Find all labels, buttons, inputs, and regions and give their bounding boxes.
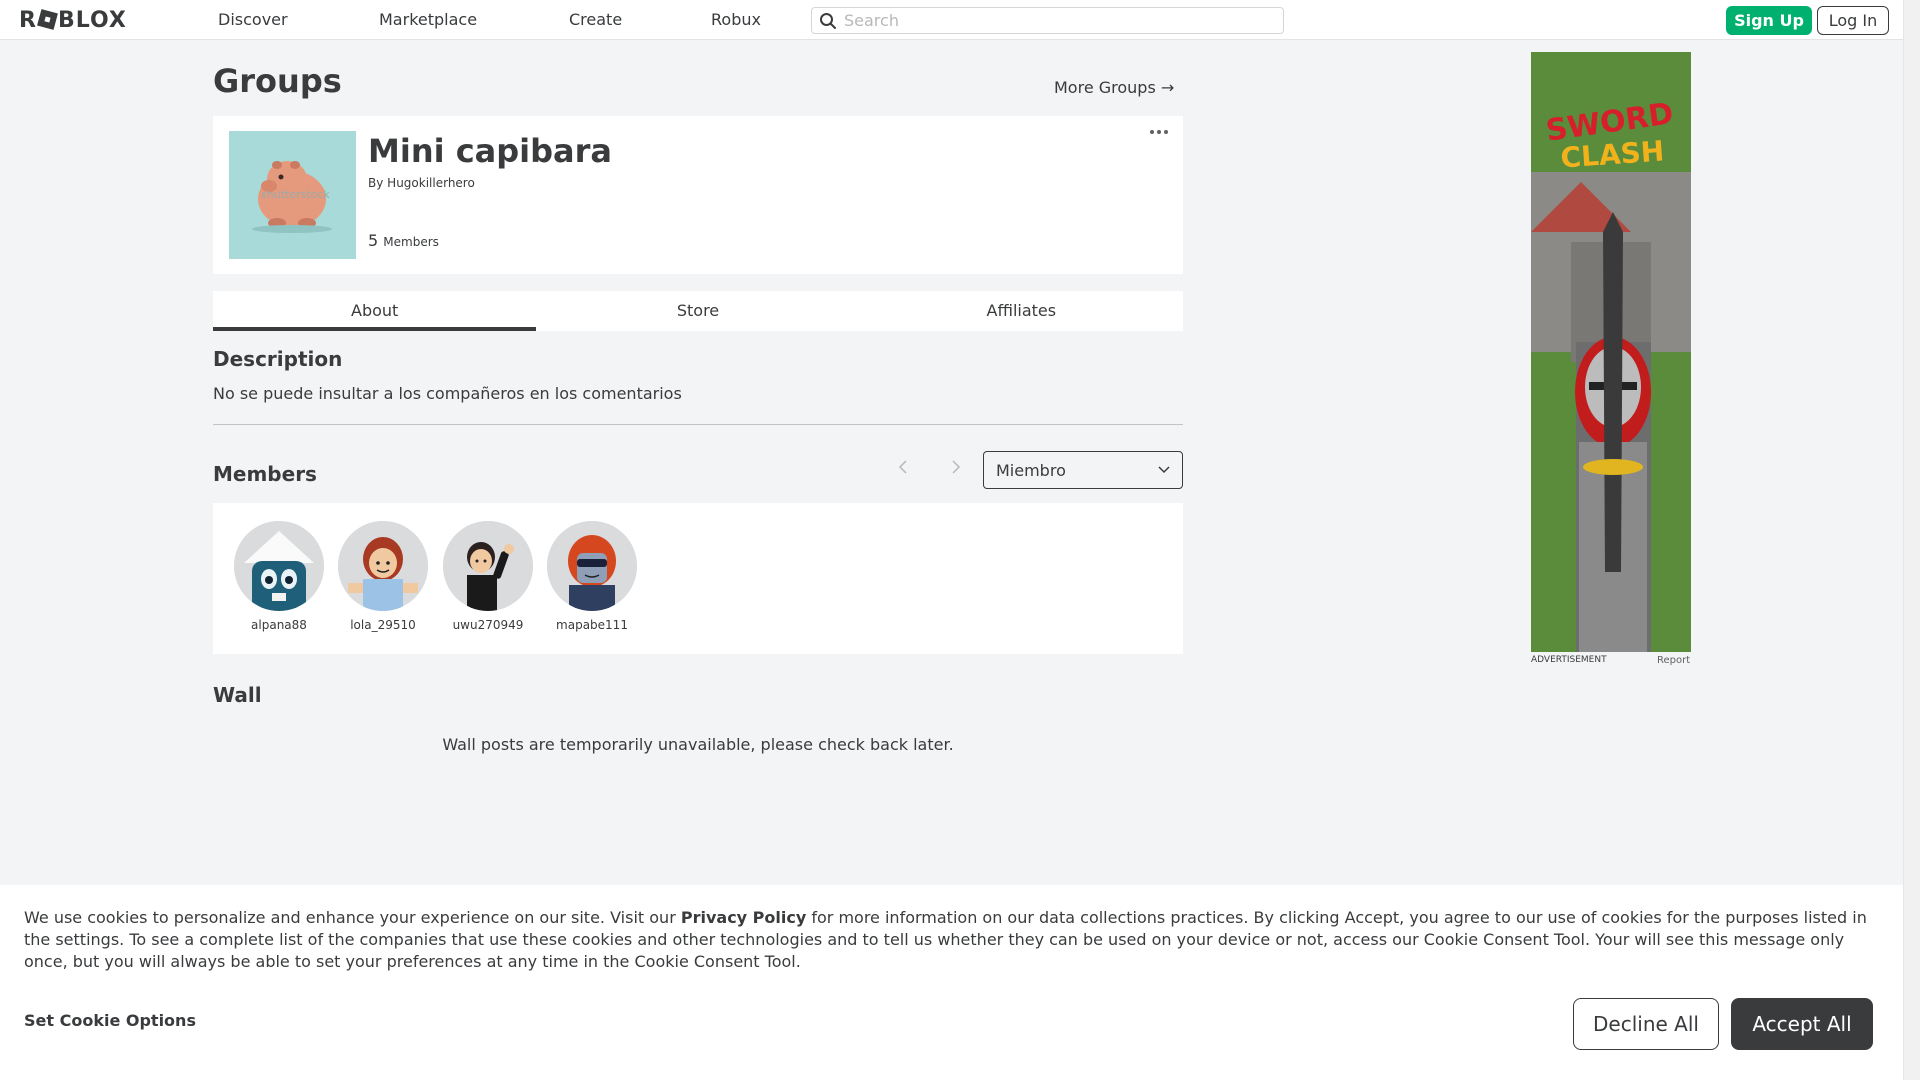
emblem-watermark: shutterstock bbox=[261, 188, 330, 201]
nav-discover[interactable]: Discover bbox=[218, 10, 288, 29]
top-navigation-bar: R BLOX Discover Marketplace Create Robux … bbox=[0, 0, 1903, 40]
cookie-text: We use cookies to personalize and enhanc… bbox=[24, 907, 1884, 973]
nav-robux[interactable]: Robux bbox=[711, 10, 761, 29]
members-list: alpana88 lola_29510 uwu270949 mapabe111 bbox=[213, 503, 1183, 654]
member-name[interactable]: uwu270949 bbox=[442, 618, 534, 632]
roblox-logo[interactable]: R BLOX bbox=[19, 8, 127, 33]
member-count-value: 5 bbox=[368, 231, 379, 250]
ad-report-link[interactable]: Report bbox=[1657, 655, 1690, 666]
section-divider bbox=[213, 424, 1183, 425]
avatar[interactable] bbox=[338, 521, 428, 611]
owner-prefix: By bbox=[368, 176, 384, 190]
member-count: 5 Members bbox=[368, 231, 439, 250]
tab-store[interactable]: Store bbox=[536, 291, 859, 331]
accept-all-button[interactable]: Accept All bbox=[1731, 998, 1873, 1050]
page-title: Groups bbox=[213, 62, 342, 100]
group-tabs: About Store Affiliates bbox=[213, 291, 1183, 331]
member-item[interactable]: uwu270949 bbox=[442, 521, 534, 632]
search-input[interactable] bbox=[844, 10, 1274, 31]
tab-about[interactable]: About bbox=[213, 291, 537, 331]
set-cookie-options-link[interactable]: Set Cookie Options bbox=[24, 1011, 196, 1030]
role-select-value: Miembro bbox=[996, 461, 1066, 480]
capybara-icon: shutterstock bbox=[252, 161, 332, 233]
nav-marketplace[interactable]: Marketplace bbox=[379, 10, 477, 29]
member-name[interactable]: lola_29510 bbox=[337, 618, 429, 632]
cookie-banner: We use cookies to personalize and enhanc… bbox=[0, 885, 1903, 1080]
chevron-right-icon[interactable] bbox=[951, 458, 961, 479]
more-groups-link[interactable]: More Groups → bbox=[1054, 78, 1174, 97]
group-name: Mini capibara bbox=[368, 132, 613, 170]
page-scrollbar[interactable] bbox=[1903, 0, 1920, 1080]
wall-message: Wall posts are temporarily unavailable, … bbox=[442, 735, 954, 754]
cookie-text-part1: We use cookies to personalize and enhanc… bbox=[24, 908, 681, 927]
logo-o-icon bbox=[37, 9, 58, 30]
privacy-policy-link[interactable]: Privacy Policy bbox=[681, 908, 806, 927]
members-title: Members bbox=[213, 462, 317, 486]
avatar[interactable] bbox=[443, 521, 533, 611]
group-emblem-image: shutterstock bbox=[229, 131, 356, 259]
more-horizontal-icon[interactable] bbox=[1149, 126, 1173, 146]
member-item[interactable]: alpana88 bbox=[233, 521, 325, 632]
ad-label: ADVERTISEMENT bbox=[1531, 655, 1607, 665]
signup-button[interactable]: Sign Up bbox=[1726, 6, 1812, 35]
role-select[interactable]: Miembro bbox=[983, 451, 1183, 489]
description-text: No se puede insultar a los compañeros en… bbox=[213, 384, 682, 403]
search-box[interactable] bbox=[811, 7, 1284, 34]
decline-all-button[interactable]: Decline All bbox=[1573, 998, 1719, 1050]
description-title: Description bbox=[213, 347, 343, 371]
tab-affiliates[interactable]: Affiliates bbox=[860, 291, 1183, 331]
nav-create[interactable]: Create bbox=[569, 10, 622, 29]
member-count-label: Members bbox=[383, 235, 439, 249]
avatar[interactable] bbox=[234, 521, 324, 611]
member-name[interactable]: mapabe111 bbox=[546, 618, 638, 632]
member-name[interactable]: alpana88 bbox=[233, 618, 325, 632]
chevron-left-icon[interactable] bbox=[898, 458, 908, 479]
group-header-card: shutterstock Mini capibara By Hugokiller… bbox=[213, 116, 1183, 274]
member-item[interactable]: mapabe111 bbox=[546, 521, 638, 632]
wall-title: Wall bbox=[213, 683, 262, 707]
avatar[interactable] bbox=[547, 521, 637, 611]
chevron-down-icon bbox=[1158, 466, 1170, 474]
member-item[interactable]: lola_29510 bbox=[337, 521, 429, 632]
advertisement-banner[interactable]: SWORD CLASH bbox=[1531, 52, 1691, 652]
owner-link[interactable]: Hugokillerhero bbox=[387, 176, 475, 190]
search-icon bbox=[820, 13, 836, 29]
group-owner: By Hugokillerhero bbox=[368, 176, 475, 190]
login-button[interactable]: Log In bbox=[1817, 6, 1889, 35]
